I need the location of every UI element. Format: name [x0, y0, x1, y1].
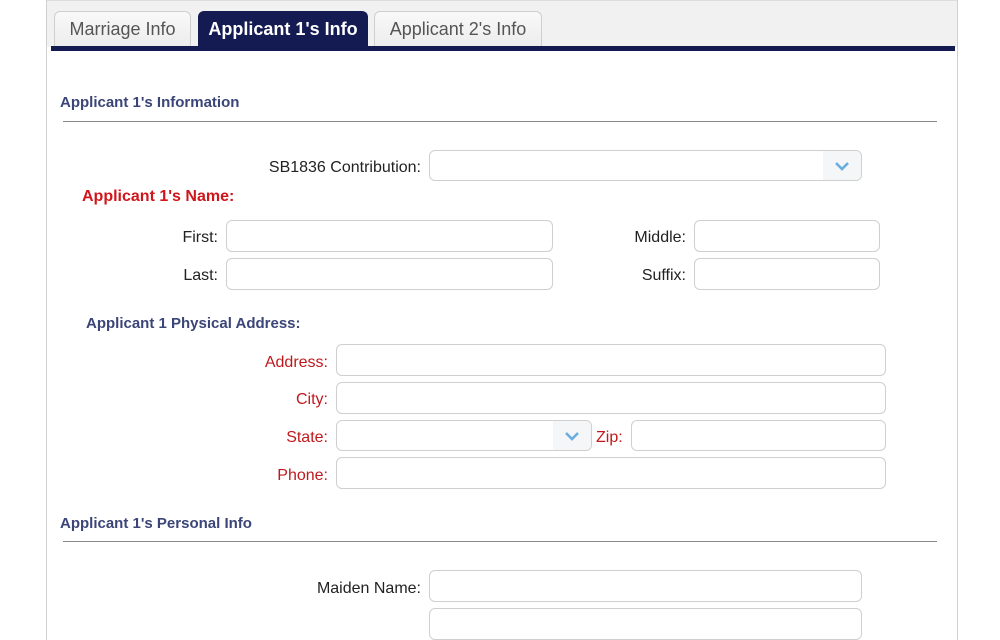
- state-label: State:: [286, 429, 328, 446]
- last-name-input[interactable]: [226, 258, 553, 290]
- suffix-input[interactable]: [694, 258, 880, 290]
- middle-label: Middle:: [634, 229, 686, 246]
- name-heading: Applicant 1's Name:: [82, 188, 235, 205]
- maiden-name-label: Maiden Name:: [316, 580, 421, 597]
- form-panel: Marriage Info Applicant 1's Info Applica…: [46, 0, 958, 640]
- chevron-down-icon: [553, 421, 591, 450]
- address-heading: Applicant 1 Physical Address:: [86, 315, 301, 332]
- address-label: Address:: [264, 354, 328, 371]
- tab-applicant-2-info[interactable]: Applicant 2's Info: [374, 11, 542, 47]
- tab-underline: [51, 46, 955, 51]
- divider: [63, 541, 937, 542]
- section-title-personal: Applicant 1's Personal Info: [60, 515, 252, 532]
- address-input[interactable]: [336, 344, 886, 376]
- divider: [63, 121, 937, 122]
- chevron-down-icon: [823, 151, 861, 180]
- first-name-input[interactable]: [226, 220, 553, 252]
- tab-applicant-1-info[interactable]: Applicant 1's Info: [198, 11, 368, 47]
- phone-label: Phone:: [277, 467, 328, 484]
- phone-input[interactable]: [336, 457, 886, 489]
- city-input[interactable]: [336, 382, 886, 414]
- tab-marriage-info[interactable]: Marriage Info: [54, 11, 191, 47]
- maiden-name-input[interactable]: [429, 570, 862, 602]
- last-label: Last:: [183, 267, 218, 284]
- first-label: First:: [182, 229, 218, 246]
- suffix-label: Suffix:: [641, 267, 686, 284]
- zip-input[interactable]: [631, 420, 886, 451]
- tab-bar: Marriage Info Applicant 1's Info Applica…: [47, 0, 957, 47]
- next-input[interactable]: [429, 608, 862, 640]
- city-label: City:: [296, 391, 328, 408]
- contribution-label: SB1836 Contribution:: [268, 159, 421, 176]
- state-select[interactable]: [336, 420, 592, 451]
- zip-label: Zip:: [596, 429, 623, 446]
- middle-name-input[interactable]: [694, 220, 880, 252]
- section-title-information: Applicant 1's Information: [60, 94, 240, 111]
- contribution-select[interactable]: [429, 150, 862, 181]
